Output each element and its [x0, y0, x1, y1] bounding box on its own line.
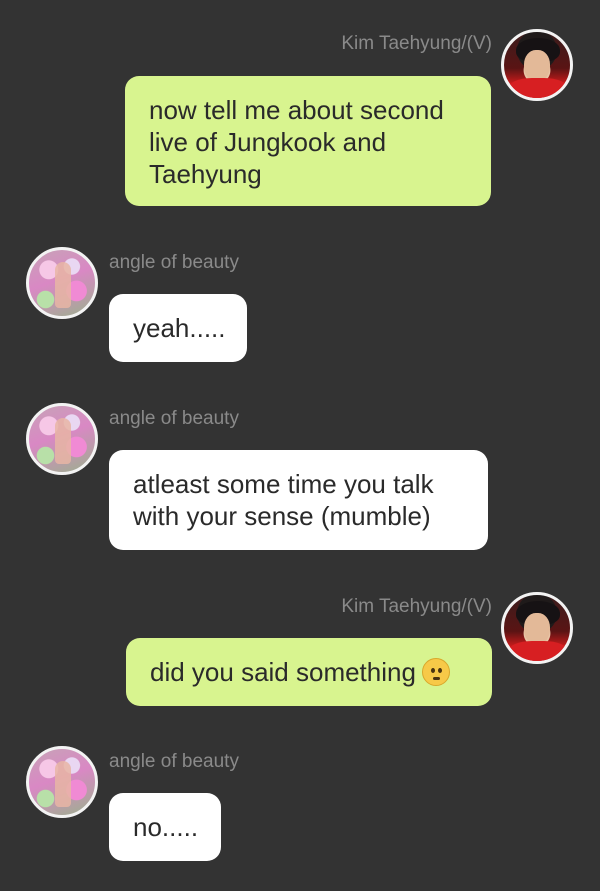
avatar-figure [55, 418, 71, 464]
avatar-kim-taehyung[interactable] [501, 29, 573, 101]
sender-name: angle of beauty [109, 252, 239, 273]
message-bubble-outgoing[interactable]: now tell me about second live of Jungkoo… [125, 76, 491, 206]
sender-name: Kim Taehyung/(V) [341, 33, 492, 54]
avatar-angle-of-beauty[interactable] [26, 746, 98, 818]
message-bubble-outgoing[interactable]: did you said something [126, 638, 492, 706]
message-bubble-incoming[interactable]: yeah..... [109, 294, 247, 362]
message-text: did you said something [150, 657, 416, 687]
sender-name: angle of beauty [109, 751, 239, 772]
avatar-figure [55, 262, 71, 308]
message-bubble-incoming[interactable]: no..... [109, 793, 221, 861]
avatar-figure [55, 761, 71, 807]
avatar-kim-taehyung[interactable] [501, 592, 573, 664]
avatar-angle-of-beauty[interactable] [26, 403, 98, 475]
avatar-scarf [508, 78, 568, 98]
sender-name: angle of beauty [109, 408, 239, 429]
message-bubble-incoming[interactable]: atleast some time you talk with your sen… [109, 450, 488, 550]
face-with-raised-eyebrow-icon [421, 658, 450, 686]
avatar-scarf [508, 641, 568, 661]
sender-name: Kim Taehyung/(V) [341, 596, 492, 617]
avatar-angle-of-beauty[interactable] [26, 247, 98, 319]
